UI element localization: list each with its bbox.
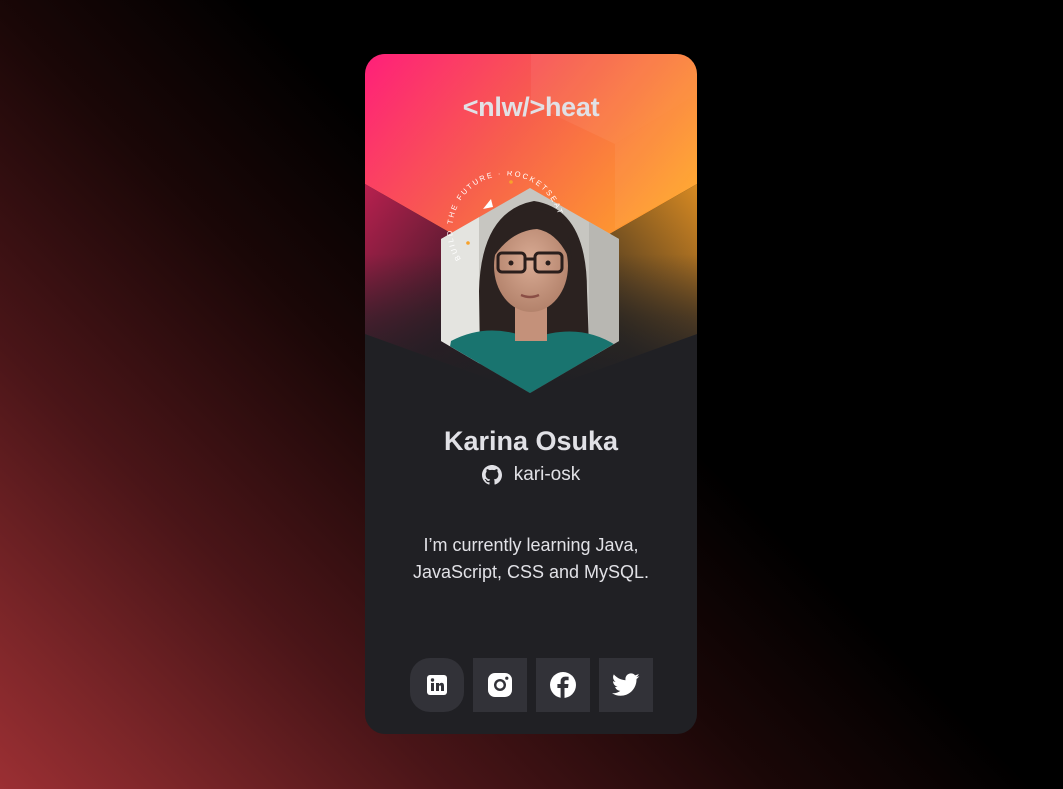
instagram-icon [486,671,514,699]
twitter-icon [612,673,640,697]
twitter-button[interactable] [599,658,653,712]
github-username: kari-osk [513,464,581,485]
profile-name: Karina Osuka [443,426,619,456]
profile-bio: I’m currently learning Java, JavaScript,… [412,535,650,582]
facebook-icon [549,671,577,699]
profile-card: <nlw/>heat BUILD THE FUTURE · ROCKETSEAT… [365,54,697,734]
instagram-button[interactable] [473,658,527,712]
linkedin-icon [425,673,449,697]
github-icon [481,465,502,485]
linkedin-button[interactable] [410,658,464,712]
brand-logo: <nlw/>heat [462,92,600,122]
facebook-button[interactable] [536,658,590,712]
avatar: BUILD THE FUTURE · ROCKETSEAT [439,171,629,397]
social-links [410,658,653,712]
rocket-icon [483,199,493,209]
github-link[interactable]: kari-osk [365,464,697,486]
avatar-photo [441,188,619,393]
